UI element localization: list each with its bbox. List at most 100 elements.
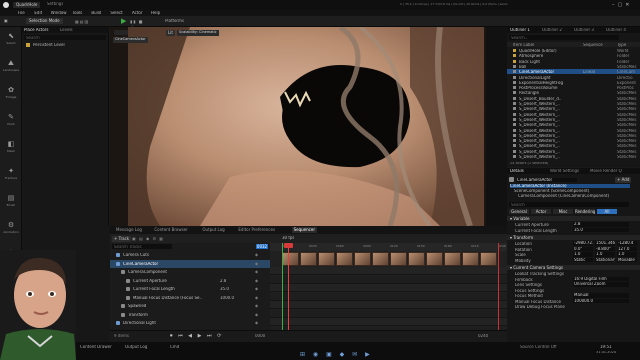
- menu-item-select[interactable]: Select: [110, 11, 122, 15]
- viewport-menu-button[interactable]: [114, 30, 128, 35]
- track-row[interactable]: Manual Focus Distance (Focus Se.. 1000.0 ◆: [110, 294, 270, 302]
- outliner-row[interactable]: QuadrHole (Editor) World: [507, 48, 640, 53]
- keyframe-add-icon[interactable]: ◆: [255, 304, 258, 308]
- status-content-drawer[interactable]: Content Drawer: [80, 345, 112, 349]
- outliner-search-input[interactable]: Search...: [509, 35, 619, 40]
- filter-tab-actor[interactable]: Actor: [531, 209, 551, 214]
- details-prop-value[interactable]: 100000.0: [573, 298, 629, 303]
- details-prop-value[interactable]: Universal Zoom: [573, 282, 629, 287]
- mode-brush-icon[interactable]: ▤: [6, 193, 16, 203]
- keyframe-add-icon[interactable]: ◆: [255, 321, 258, 325]
- details-prop-value[interactable]: 1.0: [617, 252, 637, 257]
- track-row[interactable]: Current Aperture 2.8 ◆: [110, 277, 270, 285]
- details-search-input[interactable]: Search: [509, 202, 629, 207]
- details-prop-value[interactable]: Movable: [617, 257, 637, 262]
- tab-details-3[interactable]: Movie Render Q: [590, 169, 622, 173]
- outliner-row[interactable]: S_Desert_Western_.. StaticMes: [507, 106, 640, 111]
- camera-cut-thumbnail[interactable]: [408, 252, 425, 266]
- tab-details-1[interactable]: Details: [510, 169, 524, 173]
- camera-cut-thumbnail[interactable]: [426, 252, 443, 266]
- camera-cut-thumbnail[interactable]: [318, 252, 335, 266]
- component-row[interactable]: CameraComponent (CineCameraComponent): [518, 194, 638, 198]
- track-lane[interactable]: [270, 275, 507, 284]
- track-value[interactable]: 35.0: [220, 287, 229, 291]
- filter-tab-rendering[interactable]: Rendering: [575, 209, 595, 214]
- track-search-input[interactable]: Search Tracks: [112, 244, 172, 249]
- status-output-log[interactable]: Output Log: [125, 345, 147, 349]
- component-row[interactable]: SceneComponent (SceneComponent): [514, 189, 634, 193]
- outliner-row[interactable]: Ball StaticMes: [507, 64, 640, 69]
- add-track-button[interactable]: + Track: [112, 236, 132, 242]
- track-row[interactable]: CineCameraActor ◆: [110, 259, 270, 268]
- details-prop-value[interactable]: Static: [573, 257, 593, 262]
- tab-outliner-2[interactable]: Outliner 2: [542, 28, 562, 32]
- mode-mesh-icon[interactable]: ◧: [6, 139, 16, 149]
- tab-output-log[interactable]: Output Log: [200, 227, 226, 233]
- track-lane[interactable]: [270, 301, 507, 309]
- camera-cut-thumbnail[interactable]: [462, 252, 479, 266]
- mode-paint-icon[interactable]: ✎: [6, 112, 16, 122]
- camera-cut-thumbnail[interactable]: [354, 252, 371, 266]
- playhead-handle[interactable]: [284, 243, 293, 248]
- tab-content-browser[interactable]: Content Browser: [152, 227, 189, 233]
- track-row[interactable]: Current Focal Length 35.0 ◆: [110, 285, 270, 293]
- menu-item-window[interactable]: Window: [51, 11, 67, 15]
- track-row[interactable]: CameraComponent ◆: [110, 268, 270, 276]
- actor-name-field[interactable]: CineCameraActor: [517, 178, 577, 182]
- outliner-row[interactable]: ExponentialHeightFog Exponent: [507, 80, 640, 85]
- track-row[interactable]: Transform ◆: [110, 311, 270, 319]
- details-prop-value[interactable]: 127.0: [617, 246, 637, 251]
- track-row[interactable]: Camera Cuts ◆: [110, 251, 270, 259]
- source-control-status[interactable]: Source Control Off: [520, 345, 557, 349]
- filter-tab-misc[interactable]: Misc: [553, 209, 573, 214]
- outliner-row[interactable]: CineCameraActor Linear CineCam: [507, 69, 640, 75]
- outliner-row[interactable]: S_Desert_Boulder_d.. StaticMes: [507, 96, 640, 101]
- outliner-row[interactable]: S_Desert_Western_.. StaticMes: [507, 117, 640, 122]
- mode-select-icon[interactable]: ⬉: [6, 31, 16, 41]
- filter-tab-general[interactable]: General: [509, 209, 529, 214]
- camera-cut-thumbnail[interactable]: [480, 252, 497, 266]
- search-input[interactable]: Search: [24, 35, 106, 40]
- camera-cut-thumbnail[interactable]: [336, 252, 353, 266]
- track-lane[interactable]: [270, 318, 507, 326]
- track-value[interactable]: 2.8: [220, 279, 226, 283]
- play-controls-icons[interactable]: ▮▮ ■ ⋮: [130, 19, 150, 29]
- status-cmd[interactable]: Cmd: [170, 345, 179, 349]
- fps-dropdown[interactable]: 30 fps: [282, 236, 294, 240]
- outliner-row[interactable]: Atmosphere Folder: [507, 53, 640, 58]
- track-row[interactable]: Directional Light ◆: [110, 319, 270, 327]
- outliner-row[interactable]: DirectionalLight Directio: [507, 75, 640, 80]
- tab-outliner-3[interactable]: Outliner 3: [574, 28, 594, 32]
- keyframe-add-icon[interactable]: ◆: [255, 279, 258, 283]
- filter-tab-all[interactable]: All: [597, 209, 617, 214]
- camera-cut-thumbnail[interactable]: [390, 252, 407, 266]
- pilot-camera-label[interactable]: CineCameraActor: [113, 37, 148, 43]
- outliner-row[interactable]: S_Desert_Western_.. StaticMes: [507, 101, 640, 106]
- transport-icons[interactable]: ⏺ ⏮ ◀ ▶ ⏭ ⟳: [170, 333, 230, 340]
- details-prop-value[interactable]: 16:9 Digital Film: [573, 276, 629, 281]
- tab-levels[interactable]: Levels: [60, 28, 73, 32]
- outliner-row[interactable]: S_Desert_Western_.. StaticMes: [507, 138, 640, 143]
- details-prop-value[interactable]: 0.0°: [573, 246, 593, 251]
- menu-item-actor[interactable]: Actor: [132, 11, 143, 15]
- playhead[interactable]: [288, 243, 289, 338]
- details-prop-value[interactable]: Manual: [573, 293, 629, 298]
- scalability-badge[interactable]: Scalability: Cinematic: [177, 30, 219, 36]
- mode-fracture-icon[interactable]: ✦: [6, 166, 16, 176]
- keyframe-add-icon[interactable]: ◆: [255, 270, 258, 274]
- track-value[interactable]: 1000.0: [220, 296, 234, 300]
- camera-cut-thumbnail[interactable]: [300, 252, 317, 266]
- keyframe-add-icon[interactable]: ◆: [255, 313, 258, 317]
- outliner-row[interactable]: S_Desert_Western_.. StaticMes: [507, 143, 640, 148]
- taskbar-icons[interactable]: ⊞ ◉ ▣ ◆ ✉ ▶: [300, 351, 420, 358]
- outliner-row[interactable]: S_Desert_Western_.. StaticMes: [507, 122, 640, 127]
- details-prop-value[interactable]: Stationary: [595, 257, 615, 262]
- track-row[interactable]: Spawned ◆: [110, 302, 270, 310]
- outliner-row[interactable]: PostProcessVolume PostProc: [507, 85, 640, 90]
- settings-link[interactable]: Settings: [47, 2, 63, 6]
- outliner-row[interactable]: Back Light Folder: [507, 59, 640, 64]
- details-prop-value[interactable]: 1.0: [573, 252, 593, 257]
- save-icon[interactable]: ▣: [4, 19, 8, 23]
- view-mode-button[interactable]: Lit: [166, 30, 175, 36]
- tab-place-actors[interactable]: Place Actors: [24, 28, 49, 32]
